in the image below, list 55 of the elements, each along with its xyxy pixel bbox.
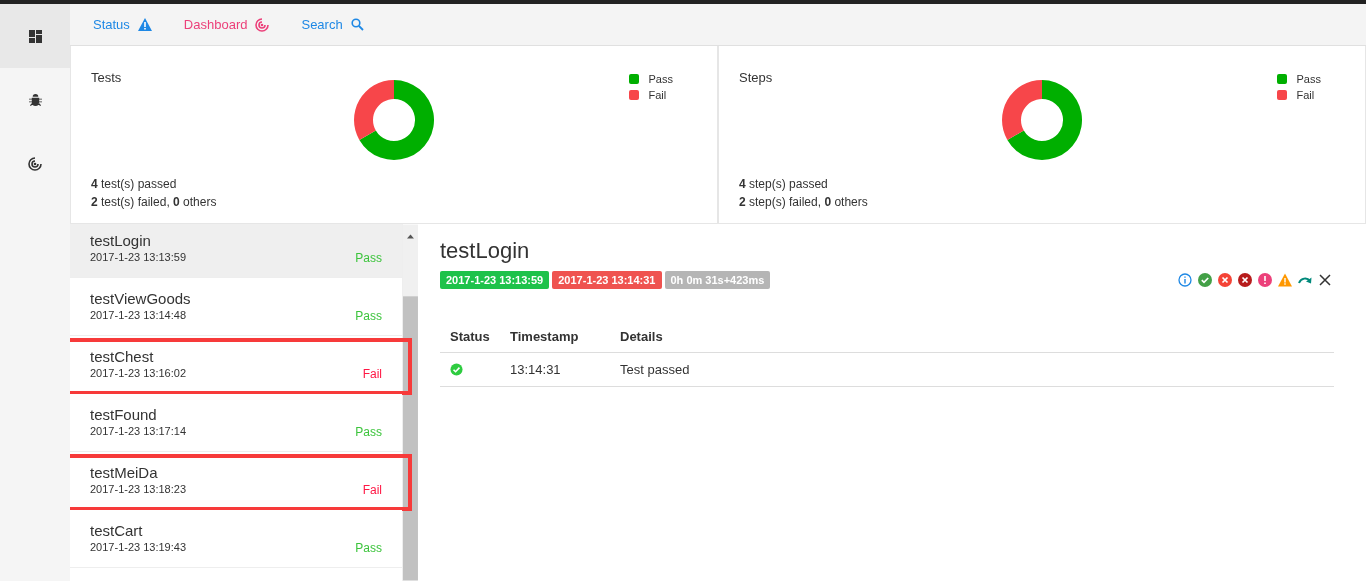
search-icon (350, 18, 364, 31)
test-list-item[interactable]: testLogin 2017-1-23 13:13:59 Pass (70, 224, 403, 278)
test-status: Pass (355, 251, 383, 265)
info-icon[interactable] (1178, 273, 1192, 287)
x-circle-icon[interactable] (1218, 273, 1232, 287)
test-status: Fail (362, 367, 383, 381)
test-status: Pass (355, 541, 383, 555)
test-name: testFound (90, 406, 157, 423)
sidebar-item[interactable] (0, 4, 70, 68)
test-status: Pass (355, 425, 383, 439)
test-status: Fail (362, 483, 383, 497)
check-circle-icon (450, 363, 463, 376)
card-title: Steps (739, 69, 773, 85)
test-time: 2017-1-23 13:17:14 (90, 425, 187, 439)
legend-label: Fail (648, 89, 667, 101)
exclamation-circle-icon[interactable] (1258, 273, 1272, 287)
time-badge: 2017-1-23 13:14:31 (552, 271, 662, 289)
legend-label: Pass (648, 73, 673, 85)
warning-icon[interactable] (1278, 273, 1292, 287)
column-header: Details (620, 329, 663, 344)
legend-label: Pass (1296, 73, 1321, 85)
time-badge: 0h 0m 31s+423ms (664, 271, 771, 289)
column-header: Timestamp (510, 329, 579, 344)
dashboard-icon (28, 29, 42, 43)
test-name: testLogin (90, 232, 151, 249)
summary-text: 2 test(s) failed, 0 others (91, 195, 217, 209)
test-time: 2017-1-23 13:14:48 (90, 309, 187, 323)
column-header: Status (450, 329, 490, 344)
close-icon[interactable] (1318, 273, 1332, 287)
target-icon (255, 17, 270, 32)
bug-icon (28, 93, 42, 107)
test-name: testMeiDa (90, 464, 158, 481)
test-list-item[interactable]: testCart 2017-1-23 13:19:43 Pass (70, 510, 403, 568)
legend-label: Fail (1296, 89, 1315, 101)
target-icon (28, 157, 42, 171)
test-name: testChest (90, 348, 154, 365)
check-circle-icon[interactable] (1198, 273, 1212, 287)
test-time: 2017-1-23 13:16:02 (90, 367, 187, 381)
summary-text: 2 step(s) failed, 0 others (739, 195, 868, 209)
test-status: Pass (355, 309, 383, 323)
log-details: Test passed (620, 362, 690, 377)
x-circle-icon[interactable] (1238, 273, 1252, 287)
summary-text: 4 step(s) passed (739, 177, 828, 191)
test-time: 2017-1-23 13:13:59 (90, 251, 187, 265)
test-time: 2017-1-23 13:19:43 (90, 541, 187, 555)
test-name: testViewGoods (90, 290, 191, 307)
test-name: testCart (90, 522, 143, 539)
test-list-item[interactable]: testFound 2017-1-23 13:17:14 Pass (70, 394, 403, 452)
time-badge: 2017-1-23 13:13:59 (440, 271, 550, 289)
log-timestamp: 13:14:31 (510, 362, 561, 377)
summary-text: 4 test(s) passed (91, 177, 177, 191)
test-time: 2017-1-23 13:18:23 (90, 483, 187, 497)
test-title: testLogin (440, 238, 530, 264)
card-title: Tests (91, 69, 122, 85)
warning-icon (137, 18, 152, 31)
